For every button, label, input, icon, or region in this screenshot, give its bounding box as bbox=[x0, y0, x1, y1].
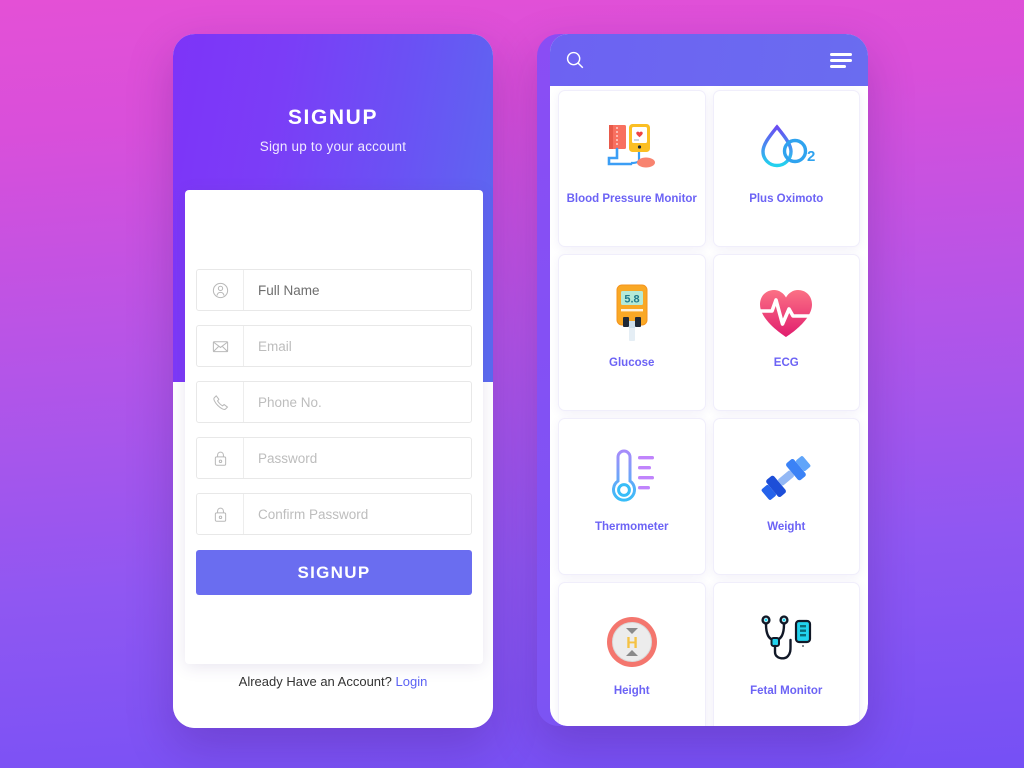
hamburger-menu-icon[interactable] bbox=[830, 53, 852, 68]
full-name-input[interactable]: Full Name bbox=[244, 270, 471, 310]
device-card-height[interactable]: H Height bbox=[558, 582, 706, 726]
device-label: Height bbox=[613, 685, 650, 697]
user-icon bbox=[197, 270, 244, 310]
device-card-weight[interactable]: Weight bbox=[712, 418, 860, 575]
phone-icon bbox=[197, 382, 244, 422]
search-icon[interactable] bbox=[564, 49, 586, 71]
signup-fields-group: Full Name Email Phone No. Password Confi… bbox=[196, 269, 472, 549]
height-glyph: H bbox=[626, 635, 638, 652]
menu-line bbox=[830, 65, 846, 68]
glucose-meter-icon: 5.8 bbox=[559, 281, 705, 347]
mail-icon bbox=[197, 326, 244, 366]
login-prompt-text: Already Have an Account? bbox=[238, 674, 392, 689]
email-input[interactable]: Email bbox=[244, 326, 471, 366]
stethoscope-fetal-monitor-icon bbox=[714, 609, 860, 675]
device-card-ecg[interactable]: ECG bbox=[712, 254, 860, 411]
devices-phone-screen: Blood Pressure Monitor 2 Plus Oximoto 5.… bbox=[537, 34, 868, 726]
menu-line bbox=[830, 59, 852, 62]
heart-ecg-icon bbox=[714, 281, 860, 347]
height-gauge-icon: H bbox=[559, 609, 705, 675]
login-prompt-row: Already Have an Account? Login bbox=[173, 674, 493, 689]
device-card-plus-oximoto[interactable]: 2 Plus Oximoto bbox=[712, 90, 860, 247]
email-field[interactable]: Email bbox=[196, 325, 472, 367]
blood-pressure-monitor-icon bbox=[559, 117, 705, 183]
device-label: ECG bbox=[773, 357, 799, 369]
device-label: Glucose bbox=[609, 357, 655, 369]
devices-app-bar bbox=[550, 34, 868, 86]
password-input[interactable]: Password bbox=[244, 438, 471, 478]
device-label: Fetal Monitor bbox=[750, 685, 823, 697]
dumbbell-weight-icon bbox=[714, 445, 860, 511]
thermometer-icon bbox=[559, 445, 705, 511]
device-card-fetal-monitor[interactable]: Fetal Monitor bbox=[712, 582, 860, 726]
device-card-thermometer[interactable]: Thermometer bbox=[558, 418, 706, 575]
confirm-password-input[interactable]: Confirm Password bbox=[244, 494, 471, 534]
devices-content-area: Blood Pressure Monitor 2 Plus Oximoto 5.… bbox=[550, 34, 868, 726]
device-label: Blood Pressure Monitor bbox=[566, 193, 697, 205]
password-field[interactable]: Password bbox=[196, 437, 472, 479]
login-link[interactable]: Login bbox=[396, 674, 428, 689]
confirm-password-field[interactable]: Confirm Password bbox=[196, 493, 472, 535]
device-label: Thermometer bbox=[595, 521, 669, 533]
device-label: Plus Oximoto bbox=[749, 193, 824, 205]
device-card-blood-pressure-monitor[interactable]: Blood Pressure Monitor bbox=[558, 90, 706, 247]
page-subtitle: Sign up to your account bbox=[259, 139, 407, 154]
svg-text:2: 2 bbox=[807, 148, 815, 165]
page-title: SIGNUP bbox=[287, 106, 379, 129]
signup-form-card: Full Name Email Phone No. Password Confi… bbox=[185, 190, 483, 664]
full-name-field[interactable]: Full Name bbox=[196, 269, 472, 311]
device-card-glucose[interactable]: 5.8 Glucose bbox=[558, 254, 706, 411]
phone-input[interactable]: Phone No. bbox=[244, 382, 471, 422]
signup-submit-button[interactable]: SIGNUP bbox=[196, 550, 472, 595]
lock-icon bbox=[197, 438, 244, 478]
device-card-grid: Blood Pressure Monitor 2 Plus Oximoto 5.… bbox=[558, 90, 860, 726]
glucose-reading: 5.8 bbox=[624, 294, 639, 306]
oxygen-drop-o2-icon: 2 bbox=[714, 117, 860, 183]
signup-phone-screen: SIGNUP Sign up to your account Full Name bbox=[173, 34, 493, 728]
phone-field[interactable]: Phone No. bbox=[196, 381, 472, 423]
lock-icon bbox=[197, 494, 244, 534]
menu-line bbox=[830, 53, 852, 56]
device-label: Weight bbox=[767, 521, 806, 533]
